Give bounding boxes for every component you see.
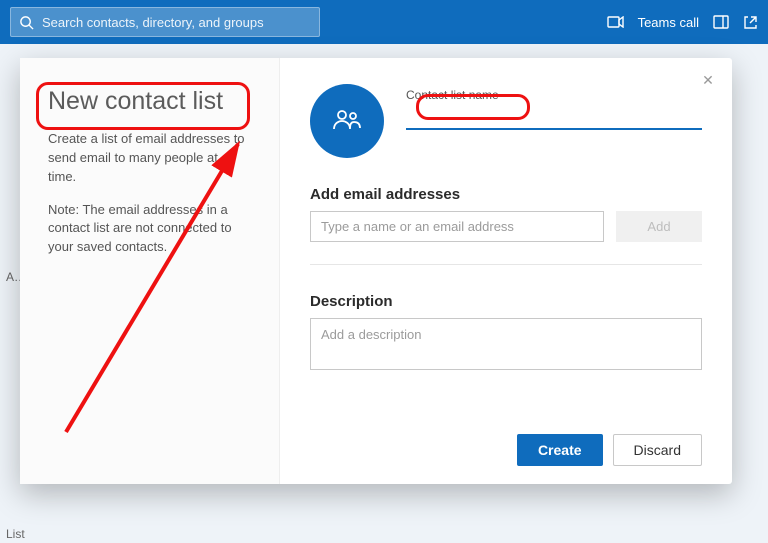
people-group-icon	[332, 108, 362, 135]
sidebar-fragment-list: List	[0, 525, 31, 543]
open-external-icon[interactable]	[743, 15, 758, 30]
contact-list-name-input[interactable]	[406, 102, 702, 130]
new-contact-list-dialog: New contact list Create a list of email …	[20, 58, 732, 484]
contact-list-avatar	[310, 84, 384, 158]
dialog-description-2: Note: The email addresses in a contact l…	[48, 201, 257, 258]
description-input[interactable]	[310, 318, 702, 370]
contact-list-name-label: Contact list name	[406, 88, 702, 102]
add-emails-heading: Add email addresses	[310, 186, 702, 203]
add-email-button[interactable]: Add	[616, 211, 702, 242]
dialog-footer: Create Discard	[310, 420, 702, 466]
top-bar: Teams call	[0, 0, 768, 44]
discard-button[interactable]: Discard	[613, 434, 702, 466]
search-icon	[19, 15, 34, 30]
close-button[interactable]: ✕	[698, 70, 718, 90]
section-divider	[310, 264, 702, 265]
dialog-title: New contact list	[48, 86, 257, 116]
teams-call-button[interactable]: Teams call	[638, 15, 699, 30]
close-icon: ✕	[702, 72, 714, 89]
topbar-actions: Teams call	[607, 15, 758, 30]
search-input[interactable]	[42, 15, 311, 30]
panel-toggle-icon[interactable]	[713, 15, 729, 29]
dialog-info-pane: New contact list Create a list of email …	[20, 58, 280, 484]
search-box[interactable]	[10, 7, 320, 37]
dialog-description-1: Create a list of email addresses to send…	[48, 130, 257, 187]
description-heading: Description	[310, 293, 702, 310]
video-call-icon[interactable]	[607, 16, 624, 28]
email-address-input[interactable]	[310, 211, 604, 242]
create-button[interactable]: Create	[517, 434, 603, 466]
dialog-form-pane: ✕ Contact list name Add email addresses	[280, 58, 732, 484]
